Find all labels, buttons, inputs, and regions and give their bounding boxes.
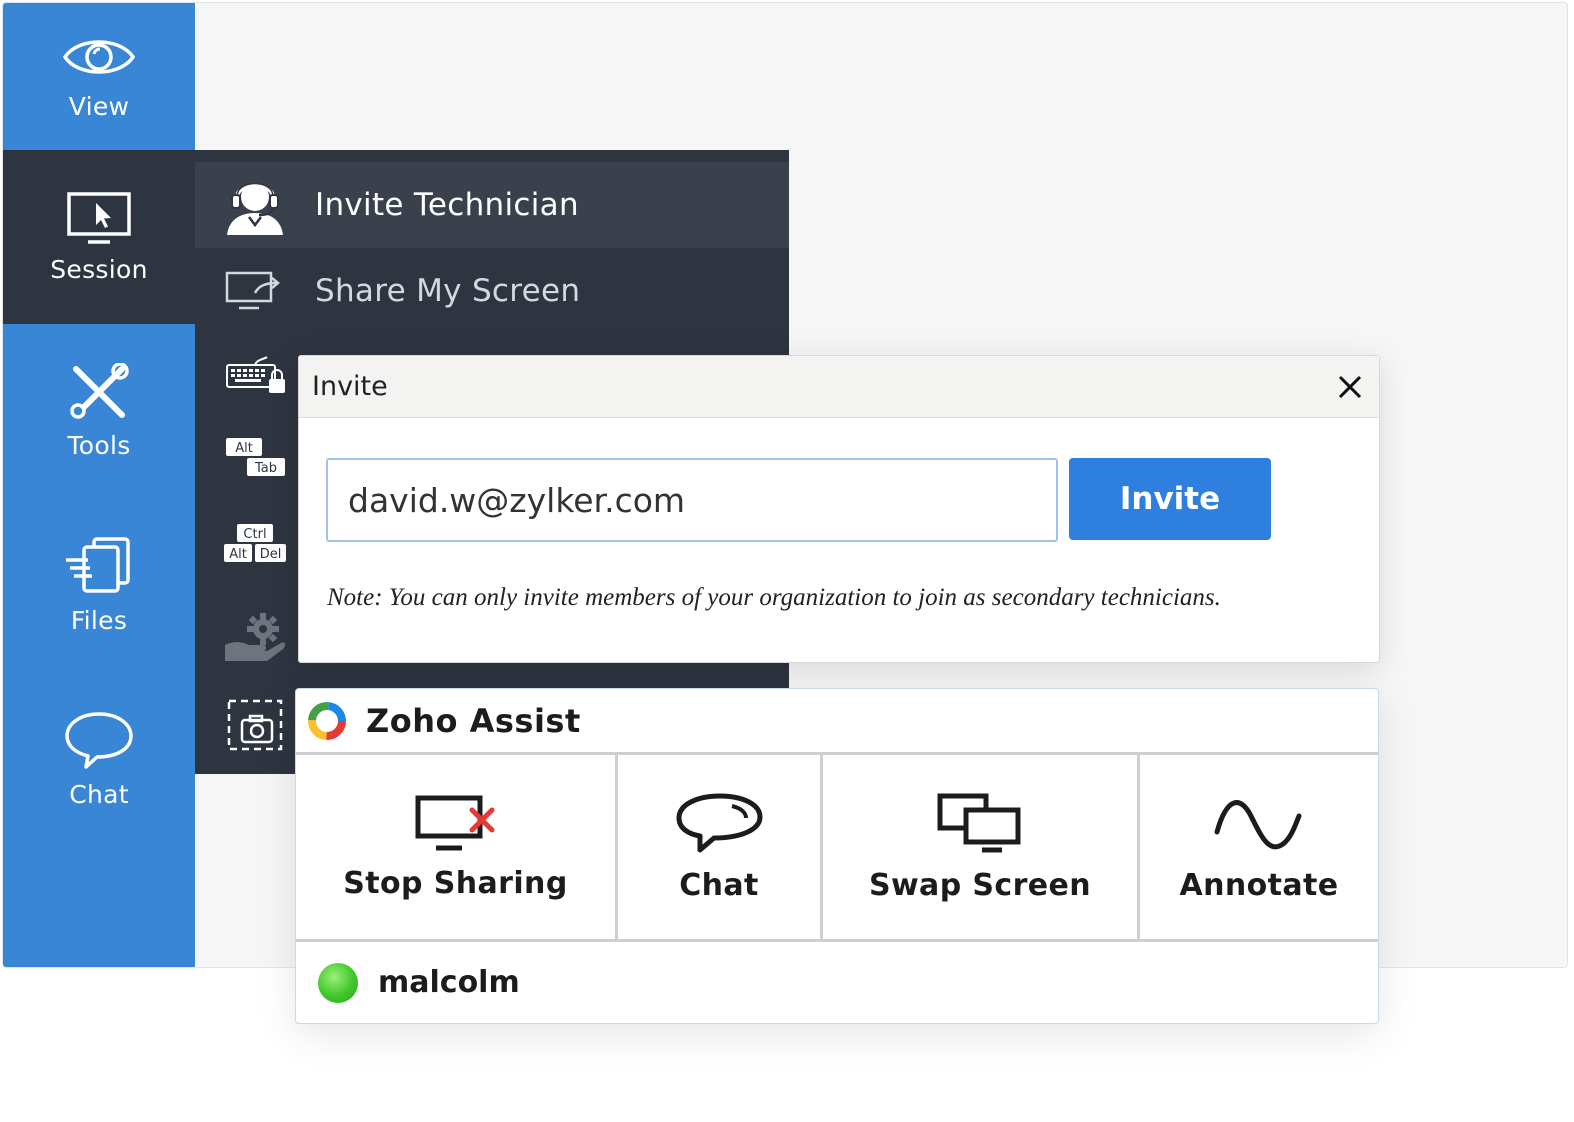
swap-screen-button[interactable]: Swap Screen bbox=[823, 755, 1140, 939]
nav-item-chat[interactable]: Chat bbox=[3, 672, 195, 846]
nav-label: Files bbox=[70, 605, 128, 635]
action-label: Swap Screen bbox=[868, 867, 1092, 903]
invite-button[interactable]: Invite bbox=[1069, 458, 1271, 540]
online-status-dot bbox=[318, 962, 358, 1003]
screenshot-button[interactable] bbox=[217, 690, 293, 760]
panel-header: Zoho Assist bbox=[296, 689, 1378, 755]
alt-tab-icon: Alt Tab bbox=[226, 438, 285, 476]
eye-icon bbox=[62, 40, 136, 74]
menu-item-label: Invite Technician bbox=[315, 187, 579, 223]
annotate-button[interactable]: Annotate bbox=[1140, 755, 1378, 939]
nav-item-files[interactable]: Files bbox=[3, 498, 195, 672]
nav-item-tools[interactable]: Tools bbox=[3, 324, 195, 498]
ctrl-alt-del-icon: Ctrl Alt Del bbox=[224, 524, 286, 562]
swap-screen-icon bbox=[937, 793, 1021, 852]
svg-text:Del: Del bbox=[260, 547, 282, 562]
menu-item-invite-technician[interactable]: Invite Technician bbox=[195, 162, 789, 248]
files-icon bbox=[66, 536, 130, 593]
menu-item-share-my-screen[interactable]: Share My Screen bbox=[195, 248, 789, 334]
email-field[interactable] bbox=[326, 458, 1058, 542]
close-icon bbox=[1338, 375, 1362, 398]
svg-text:Tab: Tab bbox=[254, 461, 277, 476]
hand-gear-button[interactable] bbox=[217, 602, 293, 672]
close-button[interactable] bbox=[1333, 370, 1367, 404]
nav-item-view[interactable]: View bbox=[3, 3, 195, 150]
svg-text:Ctrl: Ctrl bbox=[243, 527, 266, 542]
chat-button[interactable]: Chat bbox=[618, 755, 823, 939]
keyboard-lock-button[interactable] bbox=[217, 340, 293, 410]
panel-actions: Stop Sharing Chat Swap Screen Annotate bbox=[296, 755, 1378, 939]
chat-bubble-icon bbox=[676, 793, 763, 852]
keyboard-lock-icon bbox=[226, 356, 285, 393]
nav-label: Session bbox=[50, 254, 148, 284]
svg-text:Alt: Alt bbox=[229, 547, 247, 562]
menu-item-label: Share My Screen bbox=[315, 273, 581, 309]
nav-label: Tools bbox=[67, 430, 131, 460]
svg-text:Alt: Alt bbox=[235, 441, 253, 456]
invite-note: Note: You can only invite members of you… bbox=[327, 584, 1221, 611]
panel-title: Zoho Assist bbox=[366, 701, 581, 740]
left-nav: View Session Tools Files Chat bbox=[3, 3, 195, 967]
alt-tab-button[interactable]: Alt Tab bbox=[217, 422, 293, 492]
share-screen-icon bbox=[225, 271, 280, 310]
nav-label: Chat bbox=[69, 779, 129, 809]
headset-technician-icon bbox=[227, 182, 283, 235]
nav-item-session[interactable]: Session bbox=[3, 150, 195, 324]
action-label: Chat bbox=[679, 867, 759, 903]
tools-icon bbox=[70, 362, 129, 419]
dialog-header: Invite bbox=[299, 356, 1379, 418]
monitor-cursor-icon bbox=[67, 191, 131, 244]
zoho-assist-logo-icon bbox=[308, 701, 346, 740]
chat-bubble-icon bbox=[65, 711, 133, 769]
hand-gear-icon bbox=[225, 613, 286, 661]
stop-sharing-icon bbox=[415, 795, 494, 850]
invite-dialog: Invite Invite Note: You can only invite … bbox=[298, 355, 1380, 663]
action-label: Stop Sharing bbox=[343, 865, 568, 901]
user-row: malcolm bbox=[296, 939, 1378, 1023]
user-name: malcolm bbox=[378, 965, 520, 1000]
nav-label: View bbox=[68, 92, 130, 121]
annotate-wave-icon bbox=[1214, 799, 1302, 849]
dialog-title: Invite bbox=[312, 371, 388, 402]
stop-sharing-button[interactable]: Stop Sharing bbox=[296, 755, 618, 939]
zoho-assist-panel: Zoho Assist Stop Sharing Chat Swap Scree… bbox=[295, 688, 1379, 1024]
ctrl-alt-del-button[interactable]: Ctrl Alt Del bbox=[217, 508, 293, 578]
action-label: Annotate bbox=[1179, 867, 1339, 903]
screenshot-camera-icon bbox=[227, 699, 283, 751]
